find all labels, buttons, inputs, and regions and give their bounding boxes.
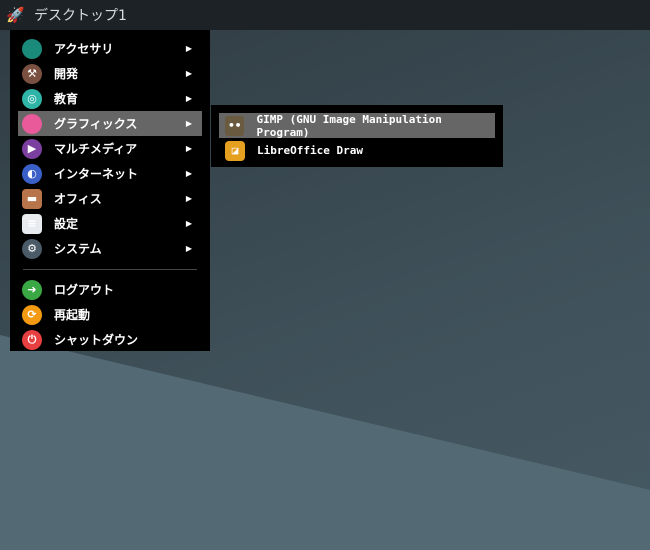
menu-separator (23, 269, 197, 270)
multimedia-icon: ▶ (22, 138, 42, 159)
menu-item[interactable]: アクセサリ ▶ (18, 36, 202, 61)
menu-item-label: 再起動 (54, 308, 91, 322)
menu-item-label: シャットダウン (54, 333, 139, 347)
taskbar: 🚀 デスクトップ1 (0, 0, 650, 30)
menu-item[interactable]: ➜ ログアウト (18, 277, 202, 302)
submenu-arrow-icon: ▶ (185, 244, 192, 253)
menu-item[interactable]: ◐ インターネット ▶ (18, 161, 202, 186)
briefcase-icon: ▬ (22, 188, 42, 209)
menu-item-label: 教育 (54, 92, 79, 106)
submenu-arrow-icon: ▶ (185, 219, 192, 228)
menu-item-label: グラフィックス (54, 117, 138, 131)
restart-icon: ⟳ (22, 304, 42, 325)
rocket-icon[interactable]: 🚀 (6, 6, 26, 24)
submenu-arrow-icon: ▶ (185, 69, 192, 78)
gear-icon: ⚙ (22, 238, 42, 259)
menu-item-label: マルチメディア (54, 142, 138, 156)
menu-item[interactable]: グラフィックス ▶ (18, 111, 202, 136)
menu-item[interactable]: ◪ LibreOffice Draw (219, 138, 495, 163)
menu-item[interactable]: ⚙ システム ▶ (18, 236, 202, 261)
menu-item-label: GIMP (GNU Image Manipulation Program) (256, 112, 442, 139)
menu-item-label: 設定 (54, 217, 79, 231)
submenu-arrow-icon: ▶ (185, 44, 192, 53)
submenu-arrow-icon: ▶ (185, 119, 192, 128)
menu-item[interactable]: ▶ マルチメディア ▶ (18, 136, 202, 161)
menu-item[interactable]: ⟳ 再起動 (18, 302, 202, 327)
submenu-arrow-icon: ▶ (185, 144, 192, 153)
hammer-icon: ⚒ (22, 63, 42, 84)
submenu-arrow-icon: ▶ (185, 94, 192, 103)
application-menu: アクセサリ ▶ ⚒ 開発 ▶ ◎ 教育 ▶ グラフィックス ▶ ▶ マルチメディア ▶ ◐ インターネット ▶… (10, 30, 210, 351)
menu-item-label: ログアウト (54, 283, 115, 297)
settings-icon: ≡ (22, 213, 42, 234)
logout-icon: ➜ (22, 279, 42, 300)
menu-item[interactable]: ⚒ 開発 ▶ (18, 61, 202, 86)
menu-item[interactable]: ≡ 設定 ▶ (18, 211, 202, 236)
power-icon: ⏻ (22, 329, 42, 350)
accessories-icon (22, 38, 42, 59)
menu-item-label: オフィス (54, 192, 102, 206)
menu-item-label: システム (54, 242, 102, 256)
submenu-arrow-icon: ▶ (185, 194, 192, 203)
gimp-icon: •• (225, 115, 245, 136)
education-icon: ◎ (22, 88, 42, 109)
menu-item-label: 開発 (54, 67, 79, 81)
graphics-submenu: •• GIMP (GNU Image Manipulation Program) ◪… (211, 105, 503, 167)
menu-item[interactable]: ▬ オフィス ▶ (18, 186, 202, 211)
menu-item-label: インターネット (54, 167, 139, 181)
menu-item[interactable]: ⏻ シャットダウン (18, 327, 202, 352)
submenu-arrow-icon: ▶ (185, 169, 192, 178)
internet-icon: ◐ (22, 163, 42, 184)
libreoffice-draw-icon: ◪ (225, 140, 245, 161)
menu-item-label: アクセサリ (54, 42, 114, 56)
menu-item[interactable]: ◎ 教育 ▶ (18, 86, 202, 111)
menu-item[interactable]: •• GIMP (GNU Image Manipulation Program) (219, 112, 495, 139)
graphics-icon (22, 113, 42, 134)
desktop-title: デスクトップ1 (34, 8, 127, 24)
menu-item-label: LibreOffice Draw (257, 144, 363, 157)
wallpaper-shape (0, 335, 650, 550)
